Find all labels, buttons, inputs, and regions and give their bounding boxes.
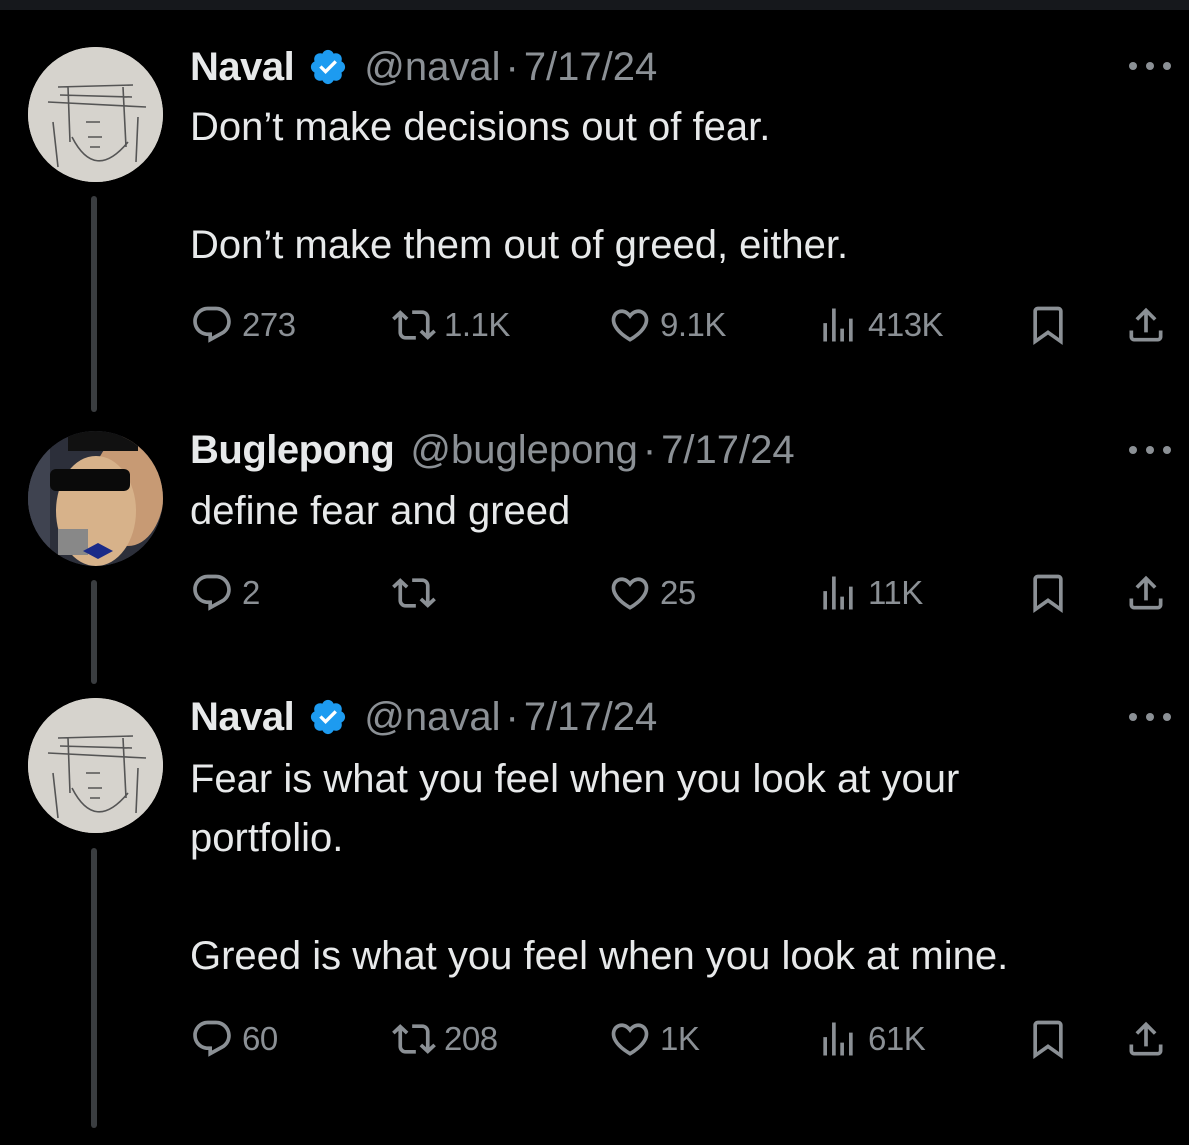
like-button[interactable]: 9.1K (608, 300, 726, 350)
heart-icon (608, 303, 652, 347)
author-handle[interactable]: @naval (364, 695, 500, 740)
separator-dot: · (505, 44, 519, 89)
views-chart-icon (816, 1017, 860, 1061)
views-chart-icon (816, 303, 860, 347)
reply-count: 60 (242, 1020, 278, 1057)
avatar-naval[interactable] (28, 698, 163, 833)
tweet-actions: 2 25 11K (190, 568, 1180, 618)
share-icon (1124, 303, 1168, 347)
tweet-actions: 60 208 1K 61K (190, 1014, 1180, 1064)
retweet-icon (392, 571, 436, 615)
tweet-header: Naval @naval · 7/17/24 (190, 692, 657, 742)
bookmark-button[interactable] (1026, 568, 1070, 618)
retweet-count: 208 (444, 1020, 498, 1057)
bookmark-icon (1026, 303, 1070, 347)
retweet-button[interactable] (392, 568, 444, 618)
tweet-date[interactable]: 7/17/24 (524, 695, 657, 740)
thread-line (91, 580, 97, 684)
reply-icon (190, 1017, 234, 1061)
views-count: 413K (868, 306, 944, 343)
separator-dot: · (505, 694, 519, 739)
reply-button[interactable]: 60 (190, 1014, 278, 1064)
reply-count: 273 (242, 306, 296, 343)
more-dots-icon[interactable] (1129, 56, 1171, 76)
avatar-naval[interactable] (28, 47, 163, 182)
like-count: 25 (660, 574, 696, 611)
more-dots-icon[interactable] (1129, 440, 1171, 460)
sketch-face-avatar-image (28, 698, 163, 833)
tweet-date[interactable]: 7/17/24 (661, 428, 794, 473)
share-button[interactable] (1124, 568, 1168, 618)
more-dots-icon[interactable] (1129, 707, 1171, 727)
views-chart-icon (816, 571, 860, 615)
share-button[interactable] (1124, 1014, 1168, 1064)
share-icon (1124, 1017, 1168, 1061)
author-name[interactable]: Naval (190, 45, 295, 90)
top-bar (0, 0, 1189, 10)
like-button[interactable]: 1K (608, 1014, 700, 1064)
heart-icon (608, 571, 652, 615)
retweet-icon (392, 303, 436, 347)
tweet-date[interactable]: 7/17/24 (524, 45, 657, 90)
avatar-buglepong[interactable] (28, 431, 163, 566)
verified-badge-icon (308, 47, 348, 87)
reply-button[interactable]: 273 (190, 300, 296, 350)
bookmark-icon (1026, 1017, 1070, 1061)
tweet-header: Naval @naval · 7/17/24 (190, 42, 657, 92)
reply-icon (190, 571, 234, 615)
views-button[interactable]: 11K (816, 568, 923, 618)
tweet-text: Don’t make decisions out of fear. Don’t … (190, 105, 849, 267)
share-button[interactable] (1124, 300, 1168, 350)
retweet-icon (392, 1017, 436, 1061)
retweet-button[interactable]: 208 (392, 1014, 498, 1064)
like-count: 9.1K (660, 306, 726, 343)
author-name[interactable]: Naval (190, 695, 295, 740)
bookmark-button[interactable] (1026, 300, 1070, 350)
thread-line (91, 196, 97, 412)
reply-button[interactable]: 2 (190, 568, 260, 618)
views-button[interactable]: 61K (816, 1014, 926, 1064)
tweet-text: Fear is what you feel when you look at y… (190, 757, 1009, 978)
author-handle[interactable]: @buglepong (410, 428, 637, 473)
tweet-header: Buglepong @buglepong · 7/17/24 (190, 425, 795, 475)
bookmark-button[interactable] (1026, 1014, 1070, 1064)
share-icon (1124, 571, 1168, 615)
retweet-button[interactable]: 1.1K (392, 300, 510, 350)
author-handle[interactable]: @naval (364, 45, 500, 90)
sketch-face-avatar-image (28, 47, 163, 182)
views-button[interactable]: 413K (816, 300, 944, 350)
views-count: 11K (868, 574, 923, 611)
separator-dot: · (642, 427, 657, 472)
verified-badge-icon (308, 697, 348, 737)
like-button[interactable]: 25 (608, 568, 696, 618)
sunglasses-character-avatar-image (28, 431, 163, 566)
author-name[interactable]: Buglepong (190, 428, 395, 473)
tweet-actions: 273 1.1K 9.1K 413K (190, 300, 1180, 350)
retweet-count: 1.1K (444, 306, 510, 343)
thread-line (91, 848, 97, 1128)
views-count: 61K (868, 1020, 926, 1057)
bookmark-icon (1026, 571, 1070, 615)
reply-count: 2 (242, 574, 260, 611)
heart-icon (608, 1017, 652, 1061)
tweet-text: define fear and greed (190, 489, 571, 533)
reply-icon (190, 303, 234, 347)
like-count: 1K (660, 1020, 700, 1057)
